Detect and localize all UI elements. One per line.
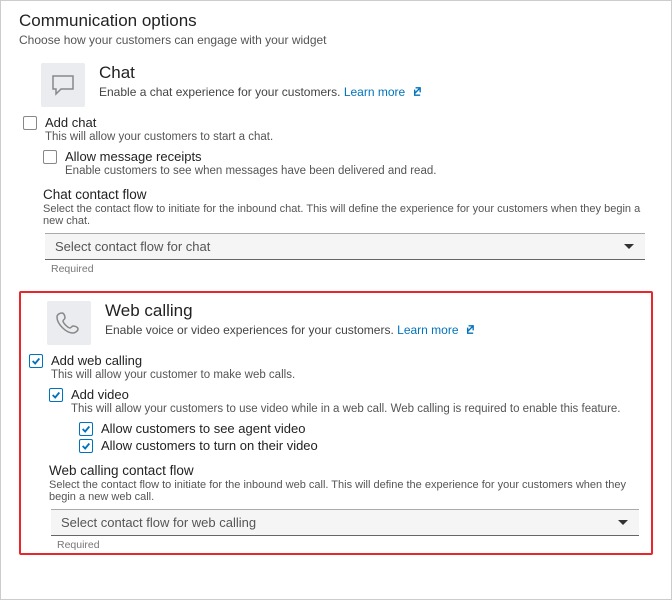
chevron-down-icon xyxy=(617,515,629,530)
add-video-checkbox[interactable] xyxy=(49,388,63,402)
chat-icon xyxy=(41,63,85,107)
web-flow-desc: Select the contact flow to initiate for … xyxy=(49,479,647,503)
allow-agent-video-checkbox[interactable] xyxy=(79,422,93,436)
allow-self-video-label: Allow customers to turn on their video xyxy=(101,438,318,453)
chat-section: Chat Enable a chat experience for your c… xyxy=(19,57,653,281)
chat-desc: Enable a chat experience for your custom… xyxy=(99,85,422,100)
allow-receipts-desc: Enable customers to see when messages ha… xyxy=(65,165,436,177)
chat-flow-select-label: Select contact flow for chat xyxy=(55,239,210,254)
add-chat-label: Add chat xyxy=(45,115,273,130)
add-web-calling-checkbox[interactable] xyxy=(29,354,43,368)
web-flow-select[interactable]: Select contact flow for web calling xyxy=(51,509,639,536)
web-calling-highlight: Web calling Enable voice or video experi… xyxy=(19,291,653,555)
web-calling-desc-text: Enable voice or video experiences for yo… xyxy=(105,323,394,337)
external-link-icon xyxy=(464,324,475,338)
add-chat-desc: This will allow your customers to start … xyxy=(45,131,273,143)
web-flow-select-label: Select contact flow for web calling xyxy=(61,515,256,530)
chat-desc-text: Enable a chat experience for your custom… xyxy=(99,85,340,99)
page-title: Communication options xyxy=(19,11,653,31)
allow-receipts-checkbox[interactable] xyxy=(43,150,57,164)
web-calling-desc: Enable voice or video experiences for yo… xyxy=(105,323,475,338)
web-flow-title: Web calling contact flow xyxy=(49,463,647,478)
web-learn-more-link[interactable]: Learn more xyxy=(397,323,475,337)
add-video-label: Add video xyxy=(71,387,621,402)
add-chat-checkbox[interactable] xyxy=(23,116,37,130)
allow-self-video-checkbox[interactable] xyxy=(79,439,93,453)
add-web-calling-desc: This will allow your customer to make we… xyxy=(51,369,295,381)
chat-flow-select[interactable]: Select contact flow for chat xyxy=(45,233,645,260)
chat-flow-title: Chat contact flow xyxy=(43,187,653,202)
chat-title: Chat xyxy=(99,63,422,83)
external-link-icon xyxy=(411,86,422,100)
add-video-desc: This will allow your customers to use vi… xyxy=(71,403,621,415)
page-subtitle: Choose how your customers can engage wit… xyxy=(19,33,653,47)
allow-agent-video-label: Allow customers to see agent video xyxy=(101,421,306,436)
chat-flow-desc: Select the contact flow to initiate for … xyxy=(43,203,653,227)
allow-receipts-label: Allow message receipts xyxy=(65,149,436,164)
web-calling-title: Web calling xyxy=(105,301,475,321)
chevron-down-icon xyxy=(623,239,635,254)
web-flow-required: Required xyxy=(57,539,647,551)
chat-learn-more-link[interactable]: Learn more xyxy=(344,85,422,99)
phone-icon xyxy=(47,301,91,345)
chat-flow-required: Required xyxy=(51,263,653,275)
add-web-calling-label: Add web calling xyxy=(51,353,295,368)
